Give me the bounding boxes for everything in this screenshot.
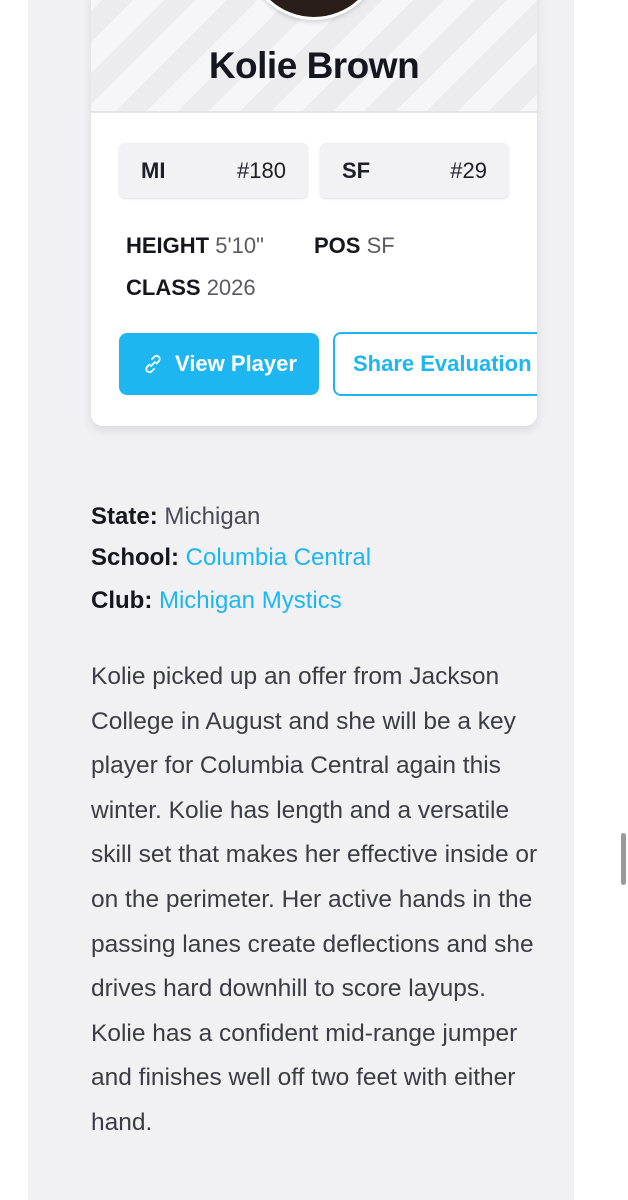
scrollbar-thumb[interactable]: [621, 833, 626, 885]
player-name: Kolie Brown: [208, 45, 420, 86]
view-player-label: View Player: [175, 351, 297, 376]
right-margin: [574, 0, 628, 1200]
class-value: 2026: [206, 275, 256, 300]
height-value: 5'10": [215, 233, 264, 258]
view-player-button[interactable]: View Player: [119, 333, 319, 395]
link-icon: [145, 354, 161, 374]
school-row: School: Columbia Central: [91, 544, 371, 572]
ranking-label: MI: [141, 158, 166, 183]
state-value: Michigan: [164, 503, 261, 530]
share-evaluation-button[interactable]: Share Evaluation: [333, 332, 537, 396]
state-label: State:: [91, 503, 158, 530]
share-evaluation-label: Share Evaluation: [353, 351, 532, 376]
class-stat: CLASS 2026: [126, 275, 256, 301]
pos-label: POS: [314, 233, 361, 258]
class-label: CLASS: [126, 275, 201, 300]
club-link[interactable]: Michigan Mystics: [159, 587, 342, 614]
position-ranking-badge: SF #29: [320, 143, 509, 198]
card-header: Kolie Brown: [91, 0, 537, 113]
player-card: Kolie Brown MI #180 SF #29 HEIGHT 5'10" …: [91, 0, 537, 426]
ranking-value: #180: [237, 158, 286, 183]
evaluation-text: Kolie picked up an offer from Jackson Co…: [91, 663, 538, 1136]
position-stat: POS SF: [314, 233, 395, 259]
ranking-label: SF: [342, 158, 371, 183]
club-row: Club: Michigan Mystics: [91, 587, 342, 615]
left-margin: [0, 0, 28, 1200]
state-row: State: Michigan: [91, 503, 260, 531]
club-label: Club:: [91, 587, 153, 614]
player-avatar: [246, 0, 382, 20]
height-stat: HEIGHT 5'10": [126, 233, 264, 259]
page: Kolie Brown MI #180 SF #29 HEIGHT 5'10" …: [0, 0, 628, 1200]
school-label: School:: [91, 544, 179, 571]
height-label: HEIGHT: [126, 233, 210, 258]
school-link[interactable]: Columbia Central: [186, 544, 371, 571]
pos-value: SF: [366, 233, 395, 258]
ranking-value: #29: [450, 158, 487, 183]
state-ranking-badge: MI #180: [119, 143, 308, 198]
